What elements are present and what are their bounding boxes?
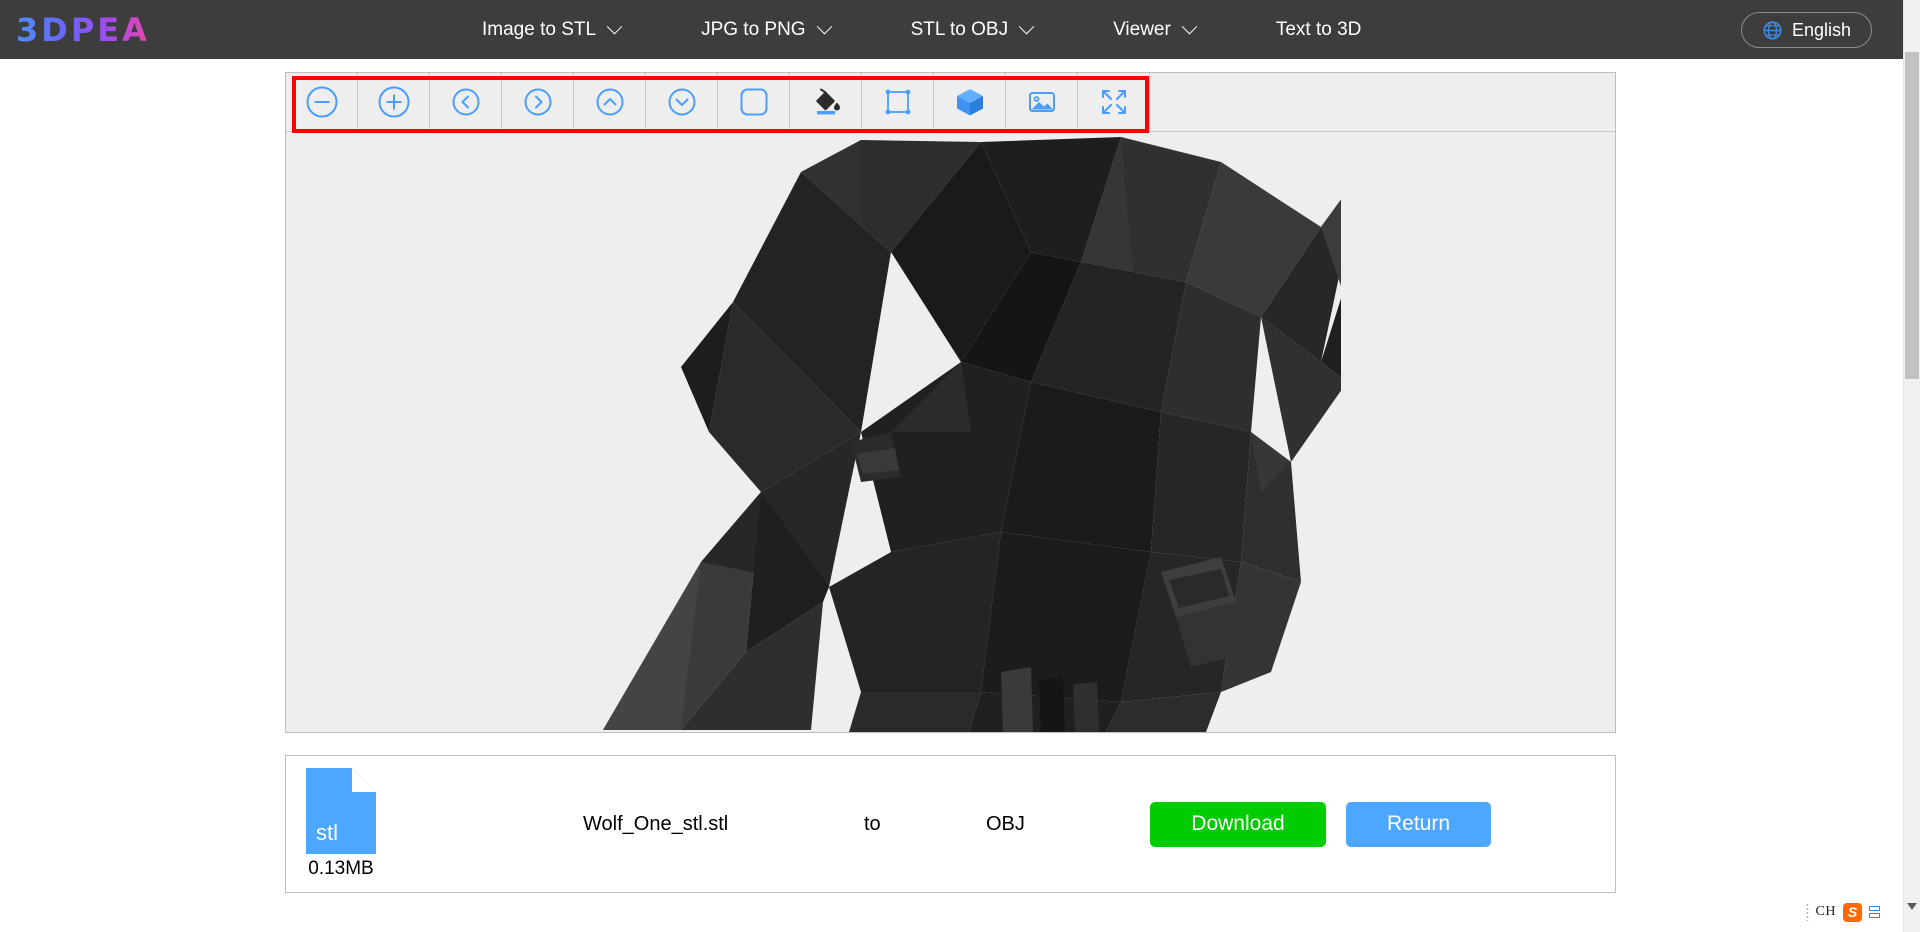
file-conversion-card: stl 0.13MB Wolf_One_stl.stl to OBJ Downl… xyxy=(285,755,1616,893)
nav-item-label: Viewer xyxy=(1113,18,1171,40)
nav-item-label: Image to STL xyxy=(482,18,597,40)
circle-chevron-up-icon xyxy=(596,88,623,116)
zoom-in-button[interactable] xyxy=(358,73,430,131)
nav-item-label: STL to OBJ xyxy=(910,18,1009,40)
bounding-box-icon xyxy=(885,89,910,115)
drag-grip-icon[interactable] xyxy=(1805,903,1809,921)
nav-item-viewer[interactable]: Viewer xyxy=(1113,18,1198,41)
page-scrollbar[interactable] xyxy=(1903,0,1920,932)
language-selector[interactable]: English xyxy=(1740,12,1872,48)
main-nav: Image to STL JPG to PNG STL to OBJ Viewe… xyxy=(482,19,1361,41)
bounding-box-button[interactable] xyxy=(862,73,934,131)
file-size-label: 0.13MB xyxy=(308,858,374,879)
stl-file-icon: stl xyxy=(306,768,376,854)
wolf-head-model[interactable] xyxy=(561,132,1341,732)
background-button[interactable] xyxy=(718,73,790,131)
model-viewer-panel xyxy=(285,72,1616,733)
expand-arrows-icon xyxy=(1101,90,1126,114)
chevron-down-icon xyxy=(606,18,623,35)
language-label: English xyxy=(1791,19,1851,40)
keyboard-icon[interactable] xyxy=(1869,906,1880,918)
nav-item-label: Text to 3D xyxy=(1275,18,1362,40)
nav-item-image-to-stl[interactable]: Image to STL xyxy=(482,18,623,41)
circle-minus-icon xyxy=(306,86,337,118)
file-type-label: stl xyxy=(316,820,338,845)
circle-chevron-down-icon xyxy=(668,88,695,116)
circle-chevron-left-icon xyxy=(452,88,479,116)
rotate-down-button[interactable] xyxy=(646,73,718,131)
image-icon xyxy=(1028,92,1055,112)
scrollbar-thumb[interactable] xyxy=(1905,52,1919,379)
scroll-down-arrow-icon[interactable] xyxy=(1907,903,1917,910)
target-format-label: OBJ xyxy=(986,812,1025,835)
fill-color-button[interactable] xyxy=(790,73,862,131)
file-thumbnail: stl 0.13MB xyxy=(301,768,381,880)
ime-widget[interactable]: CH S xyxy=(1801,898,1884,926)
nav-item-text-to-3d[interactable]: Text to 3D xyxy=(1276,19,1362,41)
zoom-out-button[interactable] xyxy=(286,73,358,131)
cube-icon xyxy=(956,89,983,116)
viewer-toolbar xyxy=(286,73,1615,133)
sogou-logo-icon[interactable]: S xyxy=(1843,902,1862,922)
ime-mode-label[interactable]: CH xyxy=(1816,904,1836,920)
solid-view-button[interactable] xyxy=(934,73,1006,131)
chevron-down-icon xyxy=(1018,18,1035,35)
return-button[interactable]: Return xyxy=(1346,801,1491,847)
nav-item-jpg-to-png[interactable]: JPG to PNG xyxy=(701,18,832,41)
download-button[interactable]: Download xyxy=(1150,801,1326,847)
rotate-up-button[interactable] xyxy=(574,73,646,131)
rotate-right-button[interactable] xyxy=(502,73,574,131)
chevron-down-icon xyxy=(816,18,832,35)
circle-plus-icon xyxy=(378,86,409,118)
nav-item-stl-to-obj[interactable]: STL to OBJ xyxy=(910,18,1035,41)
model-stage[interactable] xyxy=(286,132,1615,732)
circle-chevron-right-icon xyxy=(524,88,551,116)
source-filename: Wolf_One_stl.stl xyxy=(583,812,729,835)
screenshot-button[interactable] xyxy=(1006,73,1078,131)
chevron-down-icon xyxy=(1181,18,1198,35)
nav-item-label: JPG to PNG xyxy=(701,18,806,40)
brand-logo[interactable]: 3DPEA xyxy=(16,11,176,49)
rounded-square-icon xyxy=(740,88,767,116)
rotate-left-button[interactable] xyxy=(430,73,502,131)
paint-bucket-icon xyxy=(815,88,840,115)
fullscreen-button[interactable] xyxy=(1078,73,1150,131)
globe-icon xyxy=(1763,20,1782,40)
app-header: 3DPEA Image to STL JPG to PNG STL to OBJ… xyxy=(0,0,1920,59)
conversion-word: to xyxy=(864,812,881,835)
